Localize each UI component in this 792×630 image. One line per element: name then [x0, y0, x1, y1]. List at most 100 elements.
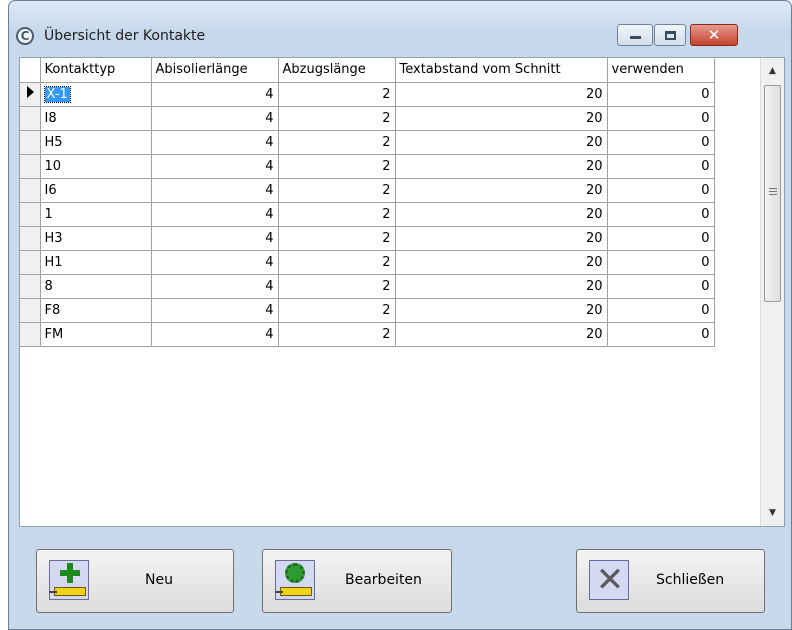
cell-verwenden[interactable]: 0 [606, 201, 715, 227]
maximize-button[interactable] [654, 24, 686, 46]
table-row[interactable]: FM 4 2 20 0 [20, 321, 715, 347]
row-header[interactable] [20, 201, 41, 227]
row-header[interactable] [20, 177, 41, 203]
cell-kontakttyp[interactable]: I8 [39, 105, 152, 131]
cell-kontakttyp[interactable]: FM [39, 321, 152, 347]
cell-textabstand[interactable]: 20 [394, 81, 608, 107]
row-header[interactable] [20, 129, 41, 155]
contacts-table: Kontakttyp Abisolierlänge Abzugslänge Te… [20, 58, 715, 347]
header-row: Kontakttyp Abisolierlänge Abzugslänge Te… [20, 58, 715, 83]
table-row[interactable]: H3 4 2 20 0 [20, 225, 715, 251]
cell-textabstand[interactable]: 20 [394, 129, 608, 155]
cell-textabstand[interactable]: 20 [394, 177, 608, 203]
row-header[interactable] [20, 273, 41, 299]
cell-abisolierlaenge[interactable]: 4 [150, 297, 279, 323]
cell-abzugslaenge[interactable]: 2 [277, 81, 396, 107]
cell-textabstand[interactable]: 20 [394, 321, 608, 347]
cell-abzugslaenge[interactable]: 2 [277, 225, 396, 251]
close-button[interactable]: ✕ Schließen [576, 549, 765, 613]
cell-kontakttyp[interactable]: F8 [39, 297, 152, 323]
contacts-grid[interactable]: Kontakttyp Abisolierlänge Abzugslänge Te… [19, 57, 785, 527]
cell-abisolierlaenge[interactable]: 4 [150, 273, 279, 299]
table-row[interactable]: 1 4 2 20 0 [20, 201, 715, 227]
table-row[interactable]: 8 4 2 20 0 [20, 273, 715, 299]
cell-abisolierlaenge[interactable]: 4 [150, 129, 279, 155]
cell-kontakttyp[interactable]: 8 [39, 273, 152, 299]
cell-kontakttyp[interactable]: H1 [39, 249, 152, 275]
cell-abisolierlaenge[interactable]: 4 [150, 105, 279, 131]
row-header[interactable] [20, 153, 41, 179]
cell-abisolierlaenge[interactable]: 4 [150, 153, 279, 179]
scrollbar-thumb[interactable] [764, 85, 781, 302]
row-header[interactable] [20, 81, 41, 107]
cell-abzugslaenge[interactable]: 2 [277, 105, 396, 131]
cell-textabstand[interactable]: 20 [394, 297, 608, 323]
cell-verwenden[interactable]: 0 [606, 273, 715, 299]
cell-abzugslaenge[interactable]: 2 [277, 297, 396, 323]
cell-verwenden[interactable]: 0 [606, 129, 715, 155]
cell-abzugslaenge[interactable]: 2 [277, 201, 396, 227]
cell-textabstand[interactable]: 20 [394, 105, 608, 131]
cell-verwenden[interactable]: 0 [606, 81, 715, 107]
scroll-up-icon[interactable]: ▲ [761, 60, 784, 82]
close-x-icon: ✕ [589, 560, 629, 600]
cell-abzugslaenge[interactable]: 2 [277, 273, 396, 299]
minimize-button[interactable] [617, 24, 653, 46]
cell-kontakttyp[interactable]: 10 [39, 153, 152, 179]
column-header-textabstand[interactable]: Textabstand vom Schnitt [394, 58, 608, 83]
cell-textabstand[interactable]: 20 [394, 225, 608, 251]
column-header-abzugslaenge[interactable]: Abzugslänge [277, 58, 396, 83]
row-header[interactable] [20, 249, 41, 275]
column-header-kontakttyp[interactable]: Kontakttyp [39, 58, 152, 83]
table-row[interactable]: H5 4 2 20 0 [20, 129, 715, 155]
cell-textabstand[interactable]: 20 [394, 249, 608, 275]
selected-cell-text: X-1 [43, 85, 71, 103]
table-row[interactable]: I8 4 2 20 0 [20, 105, 715, 131]
table-row[interactable]: 10 4 2 20 0 [20, 153, 715, 179]
cell-abzugslaenge[interactable]: 2 [277, 129, 396, 155]
cell-verwenden[interactable]: 0 [606, 153, 715, 179]
cell-abzugslaenge[interactable]: 2 [277, 321, 396, 347]
row-header[interactable] [20, 225, 41, 251]
cell-verwenden[interactable]: 0 [606, 225, 715, 251]
table-row[interactable]: F8 4 2 20 0 [20, 297, 715, 323]
cell-kontakttyp[interactable]: H3 [39, 225, 152, 251]
table-row[interactable]: I6 4 2 20 0 [20, 177, 715, 203]
cell-abzugslaenge[interactable]: 2 [277, 177, 396, 203]
cell-kontakttyp[interactable]: 1 [39, 201, 152, 227]
edit-button[interactable]: Bearbeiten [262, 549, 452, 613]
cell-abisolierlaenge[interactable]: 4 [150, 81, 279, 107]
close-window-button[interactable]: ✕ [690, 24, 738, 46]
column-header-verwenden[interactable]: verwenden [606, 58, 715, 83]
cell-verwenden[interactable]: 0 [606, 297, 715, 323]
cell-abisolierlaenge[interactable]: 4 [150, 225, 279, 251]
vertical-scrollbar[interactable]: ▲ ▼ [760, 58, 784, 526]
row-header[interactable] [20, 321, 41, 347]
cell-kontakttyp[interactable]: X-1 [39, 81, 152, 107]
cell-textabstand[interactable]: 20 [394, 201, 608, 227]
cell-verwenden[interactable]: 0 [606, 321, 715, 347]
close-icon: ✕ [707, 26, 721, 44]
cell-textabstand[interactable]: 20 [394, 273, 608, 299]
window-title: Übersicht der Kontakte [44, 28, 206, 44]
row-header[interactable] [20, 105, 41, 131]
row-header[interactable] [20, 297, 41, 323]
cell-abisolierlaenge[interactable]: 4 [150, 177, 279, 203]
cell-kontakttyp[interactable]: I6 [39, 177, 152, 203]
cell-abzugslaenge[interactable]: 2 [277, 249, 396, 275]
cell-abisolierlaenge[interactable]: 4 [150, 201, 279, 227]
column-header-abisolierlaenge[interactable]: Abisolierlänge [150, 58, 279, 83]
cell-abisolierlaenge[interactable]: 4 [150, 249, 279, 275]
maximize-icon [665, 31, 676, 40]
cell-abzugslaenge[interactable]: 2 [277, 153, 396, 179]
cell-textabstand[interactable]: 20 [394, 153, 608, 179]
cell-verwenden[interactable]: 0 [606, 177, 715, 203]
cell-kontakttyp[interactable]: H5 [39, 129, 152, 155]
table-row[interactable]: H1 4 2 20 0 [20, 249, 715, 275]
cell-verwenden[interactable]: 0 [606, 249, 715, 275]
cell-verwenden[interactable]: 0 [606, 105, 715, 131]
cell-abisolierlaenge[interactable]: 4 [150, 321, 279, 347]
new-button[interactable]: Neu [36, 549, 234, 613]
scroll-down-icon[interactable]: ▼ [761, 502, 784, 524]
table-row[interactable]: X-1 4 2 20 0 [20, 81, 715, 107]
